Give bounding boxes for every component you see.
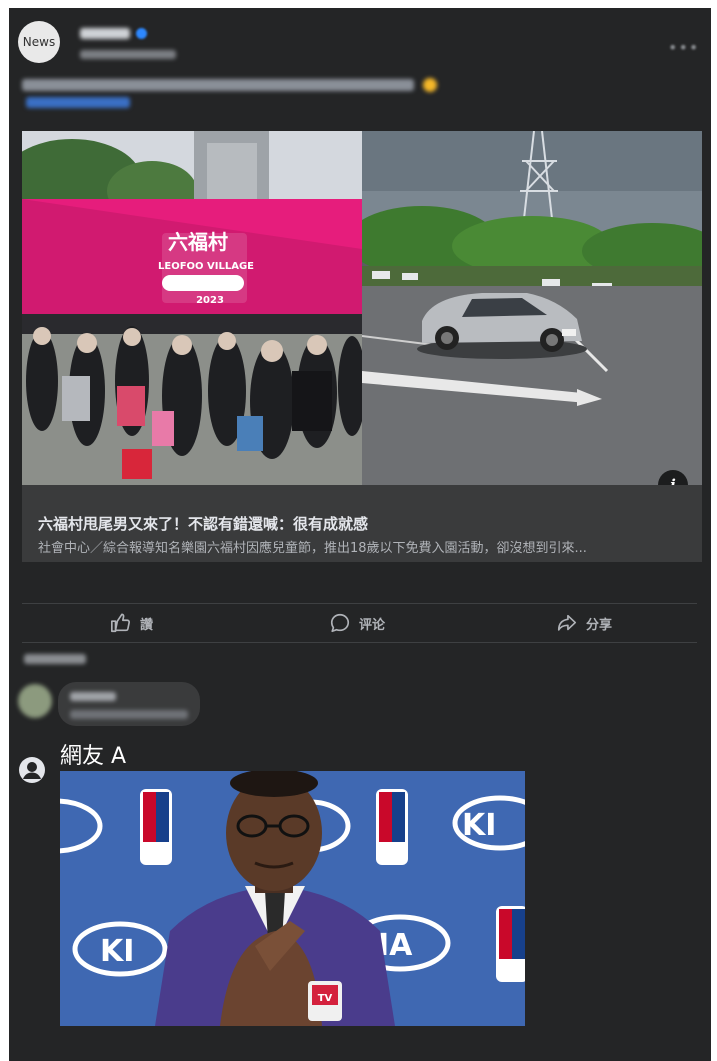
comment-bubble-blurred xyxy=(58,682,200,726)
amusement-park-crowd-image: 六福村 LEOFOO VILLAGE 2023 xyxy=(22,131,362,485)
thumbs-up-icon xyxy=(111,613,131,633)
comment-name-blurred xyxy=(70,692,116,701)
photo-right[interactable] xyxy=(362,131,702,485)
divider-bottom xyxy=(22,642,697,643)
svg-text:KI: KI xyxy=(462,808,496,843)
page-name-blurred[interactable] xyxy=(80,28,130,39)
share-label: 分享 xyxy=(586,617,613,633)
more-options-icon[interactable]: ••• xyxy=(668,38,699,57)
comment-bubble-icon xyxy=(330,613,350,633)
divider-top xyxy=(22,603,697,604)
link-description: 社會中心／綜合報導知名樂園六福村因應兒童節，推出18歲以下免費入園活動，卻沒想到… xyxy=(38,541,587,556)
share-button[interactable]: 分享 xyxy=(556,609,612,637)
park-sign-text: 六福村 xyxy=(168,230,228,254)
like-button[interactable]: 讚 xyxy=(110,609,153,637)
page-avatar[interactable]: News xyxy=(18,21,60,63)
photo-left[interactable]: 六福村 LEOFOO VILLAGE 2023 xyxy=(22,131,362,485)
caption-blurred xyxy=(22,79,414,91)
post-timestamp-blurred[interactable] xyxy=(80,50,176,59)
comment-text-blurred xyxy=(70,710,188,719)
link-preview[interactable]: 六福村甩尾男又來了！不認有錯還喊：很有成就感 社會中心／綜合報導知名樂園六福村因… xyxy=(22,485,702,562)
park-sign-subtext: LEOFOO VILLAGE xyxy=(158,261,254,272)
comment-sort-blurred[interactable] xyxy=(24,654,86,664)
park-sign-year: 2023 xyxy=(196,295,224,306)
link-title[interactable]: 六福村甩尾男又來了！不認有錯還喊：很有成就感 xyxy=(38,513,368,534)
verified-badge-icon xyxy=(136,28,147,39)
commenter-avatar-blurred[interactable] xyxy=(18,684,52,718)
comment-meme-image[interactable]: KI KI IA TV xyxy=(60,771,525,1026)
share-arrow-icon xyxy=(557,614,577,631)
comment-label: 评论 xyxy=(359,617,386,633)
comment-author: 網友 A xyxy=(60,744,127,769)
svg-text:TV: TV xyxy=(318,993,333,1004)
svg-text:KI: KI xyxy=(100,934,134,969)
caption-link-blurred[interactable] xyxy=(26,97,130,108)
parking-lot-car-image xyxy=(362,131,702,485)
like-label: 讚 xyxy=(140,617,154,633)
user-avatar-icon xyxy=(19,757,45,783)
comment-button[interactable]: 评论 xyxy=(329,609,385,637)
page-avatar-label: News xyxy=(22,35,56,49)
crying-man-image: KIKI IA TV xyxy=(60,771,525,1026)
caption-emoji-blurred xyxy=(423,78,437,92)
